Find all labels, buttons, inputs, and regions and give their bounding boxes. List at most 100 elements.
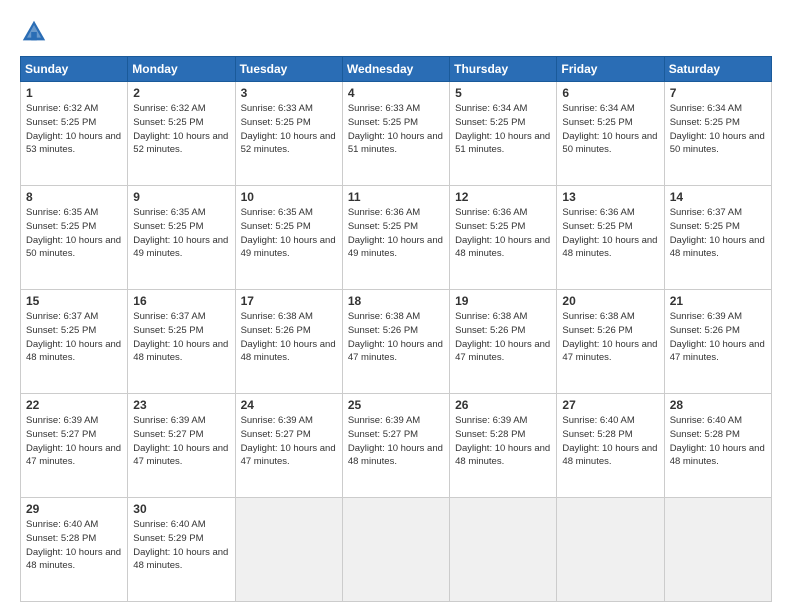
calendar-cell: 1 Sunrise: 6:32 AMSunset: 5:25 PMDaylight…	[21, 82, 128, 186]
calendar-cell: 28Sunrise: 6:40 AMSunset: 5:28 PMDayligh…	[664, 394, 771, 498]
day-info: Sunrise: 6:37 AMSunset: 5:25 PMDaylight:…	[133, 310, 229, 365]
calendar-cell: 26Sunrise: 6:39 AMSunset: 5:28 PMDayligh…	[450, 394, 557, 498]
day-number: 26	[455, 398, 551, 412]
col-header-thursday: Thursday	[450, 57, 557, 82]
day-info: Sunrise: 6:38 AMSunset: 5:26 PMDaylight:…	[562, 310, 658, 365]
calendar-week-5: 29 Sunrise: 6:40 AMSunset: 5:28 PMDayligh…	[21, 498, 772, 602]
calendar-cell: 21 Sunrise: 6:39 AMSunset: 5:26 PMDayligh…	[664, 290, 771, 394]
col-header-sunday: Sunday	[21, 57, 128, 82]
calendar-table: SundayMondayTuesdayWednesdayThursdayFrid…	[20, 56, 772, 602]
day-number: 29	[26, 502, 122, 516]
day-info: Sunrise: 6:37 AMSunset: 5:25 PMDaylight:…	[26, 310, 122, 365]
day-number: 22	[26, 398, 122, 412]
calendar-cell: 5 Sunrise: 6:34 AMSunset: 5:25 PMDaylight…	[450, 82, 557, 186]
col-header-saturday: Saturday	[664, 57, 771, 82]
calendar-cell: 14Sunrise: 6:37 AMSunset: 5:25 PMDayligh…	[664, 186, 771, 290]
calendar-cell: 27 Sunrise: 6:40 AMSunset: 5:28 PMDayligh…	[557, 394, 664, 498]
day-info: Sunrise: 6:35 AMSunset: 5:25 PMDaylight:…	[241, 206, 337, 261]
calendar-cell: 4 Sunrise: 6:33 AMSunset: 5:25 PMDaylight…	[342, 82, 449, 186]
calendar-cell: 15 Sunrise: 6:37 AMSunset: 5:25 PMDayligh…	[21, 290, 128, 394]
calendar-cell: 20Sunrise: 6:38 AMSunset: 5:26 PMDayligh…	[557, 290, 664, 394]
col-header-tuesday: Tuesday	[235, 57, 342, 82]
col-header-monday: Monday	[128, 57, 235, 82]
day-number: 7	[670, 86, 766, 100]
day-number: 16	[133, 294, 229, 308]
day-number: 24	[241, 398, 337, 412]
day-number: 15	[26, 294, 122, 308]
calendar-cell: 23 Sunrise: 6:39 AMSunset: 5:27 PMDayligh…	[128, 394, 235, 498]
day-number: 9	[133, 190, 229, 204]
day-info: Sunrise: 6:36 AMSunset: 5:25 PMDaylight:…	[455, 206, 551, 261]
calendar-cell: 2 Sunrise: 6:32 AMSunset: 5:25 PMDaylight…	[128, 82, 235, 186]
calendar-cell: 12 Sunrise: 6:36 AMSunset: 5:25 PMDayligh…	[450, 186, 557, 290]
calendar-cell: 18 Sunrise: 6:38 AMSunset: 5:26 PMDayligh…	[342, 290, 449, 394]
calendar-cell: 24Sunrise: 6:39 AMSunset: 5:27 PMDayligh…	[235, 394, 342, 498]
day-info: Sunrise: 6:40 AMSunset: 5:28 PMDaylight:…	[562, 414, 658, 469]
calendar-cell: 29 Sunrise: 6:40 AMSunset: 5:28 PMDayligh…	[21, 498, 128, 602]
calendar-week-1: 1 Sunrise: 6:32 AMSunset: 5:25 PMDaylight…	[21, 82, 772, 186]
day-number: 21	[670, 294, 766, 308]
day-info: Sunrise: 6:40 AMSunset: 5:28 PMDaylight:…	[26, 518, 122, 573]
day-info: Sunrise: 6:36 AMSunset: 5:25 PMDaylight:…	[348, 206, 444, 261]
calendar-cell: 17 Sunrise: 6:38 AMSunset: 5:26 PMDayligh…	[235, 290, 342, 394]
day-number: 12	[455, 190, 551, 204]
calendar-week-4: 22 Sunrise: 6:39 AMSunset: 5:27 PMDayligh…	[21, 394, 772, 498]
col-header-friday: Friday	[557, 57, 664, 82]
logo-icon	[20, 18, 48, 46]
day-number: 19	[455, 294, 551, 308]
day-info: Sunrise: 6:40 AMSunset: 5:28 PMDaylight:…	[670, 414, 766, 469]
day-number: 8	[26, 190, 122, 204]
day-number: 5	[455, 86, 551, 100]
header	[20, 18, 772, 46]
day-info: Sunrise: 6:39 AMSunset: 5:27 PMDaylight:…	[133, 414, 229, 469]
calendar-week-2: 8 Sunrise: 6:35 AMSunset: 5:25 PMDaylight…	[21, 186, 772, 290]
day-number: 27	[562, 398, 658, 412]
day-info: Sunrise: 6:39 AMSunset: 5:27 PMDaylight:…	[348, 414, 444, 469]
calendar-cell: 7 Sunrise: 6:34 AMSunset: 5:25 PMDaylight…	[664, 82, 771, 186]
col-header-wednesday: Wednesday	[342, 57, 449, 82]
calendar-cell: 8 Sunrise: 6:35 AMSunset: 5:25 PMDaylight…	[21, 186, 128, 290]
day-info: Sunrise: 6:38 AMSunset: 5:26 PMDaylight:…	[348, 310, 444, 365]
day-number: 14	[670, 190, 766, 204]
day-info: Sunrise: 6:40 AMSunset: 5:29 PMDaylight:…	[133, 518, 229, 573]
day-number: 23	[133, 398, 229, 412]
day-info: Sunrise: 6:34 AMSunset: 5:25 PMDaylight:…	[670, 102, 766, 157]
day-info: Sunrise: 6:39 AMSunset: 5:26 PMDaylight:…	[670, 310, 766, 365]
day-number: 17	[241, 294, 337, 308]
day-number: 13	[562, 190, 658, 204]
day-info: Sunrise: 6:35 AMSunset: 5:25 PMDaylight:…	[26, 206, 122, 261]
day-number: 6	[562, 86, 658, 100]
calendar-cell	[557, 498, 664, 602]
calendar-cell	[342, 498, 449, 602]
day-info: Sunrise: 6:35 AMSunset: 5:25 PMDaylight:…	[133, 206, 229, 261]
day-info: Sunrise: 6:33 AMSunset: 5:25 PMDaylight:…	[348, 102, 444, 157]
calendar-cell: 25 Sunrise: 6:39 AMSunset: 5:27 PMDayligh…	[342, 394, 449, 498]
calendar-cell: 19 Sunrise: 6:38 AMSunset: 5:26 PMDayligh…	[450, 290, 557, 394]
calendar-cell: 10Sunrise: 6:35 AMSunset: 5:25 PMDayligh…	[235, 186, 342, 290]
calendar-cell: 30 Sunrise: 6:40 AMSunset: 5:29 PMDayligh…	[128, 498, 235, 602]
day-number: 18	[348, 294, 444, 308]
day-number: 3	[241, 86, 337, 100]
day-info: Sunrise: 6:33 AMSunset: 5:25 PMDaylight:…	[241, 102, 337, 157]
calendar-cell: 16 Sunrise: 6:37 AMSunset: 5:25 PMDayligh…	[128, 290, 235, 394]
day-info: Sunrise: 6:32 AMSunset: 5:25 PMDaylight:…	[133, 102, 229, 157]
day-info: Sunrise: 6:38 AMSunset: 5:26 PMDaylight:…	[241, 310, 337, 365]
day-number: 1	[26, 86, 122, 100]
day-info: Sunrise: 6:34 AMSunset: 5:25 PMDaylight:…	[455, 102, 551, 157]
calendar-header-row: SundayMondayTuesdayWednesdayThursdayFrid…	[21, 57, 772, 82]
logo	[20, 18, 54, 46]
calendar-cell: 9 Sunrise: 6:35 AMSunset: 5:25 PMDaylight…	[128, 186, 235, 290]
day-info: Sunrise: 6:32 AMSunset: 5:25 PMDaylight:…	[26, 102, 122, 157]
day-info: Sunrise: 6:36 AMSunset: 5:25 PMDaylight:…	[562, 206, 658, 261]
calendar-cell	[450, 498, 557, 602]
day-info: Sunrise: 6:38 AMSunset: 5:26 PMDaylight:…	[455, 310, 551, 365]
calendar-cell: 11Sunrise: 6:36 AMSunset: 5:25 PMDayligh…	[342, 186, 449, 290]
day-number: 2	[133, 86, 229, 100]
calendar-cell: 13 Sunrise: 6:36 AMSunset: 5:25 PMDayligh…	[557, 186, 664, 290]
day-number: 25	[348, 398, 444, 412]
calendar-week-3: 15 Sunrise: 6:37 AMSunset: 5:25 PMDayligh…	[21, 290, 772, 394]
calendar-page: SundayMondayTuesdayWednesdayThursdayFrid…	[0, 0, 792, 612]
day-number: 30	[133, 502, 229, 516]
day-number: 4	[348, 86, 444, 100]
calendar-cell	[664, 498, 771, 602]
